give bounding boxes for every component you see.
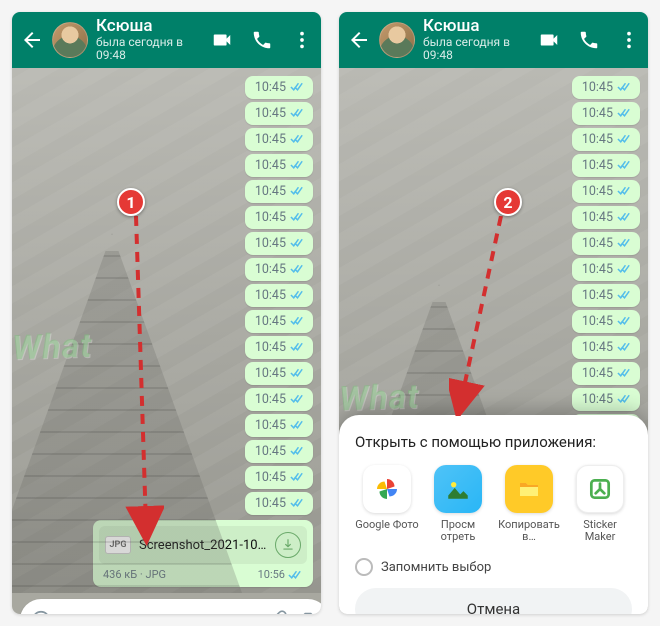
message-bubble[interactable]: 10:45: [245, 388, 313, 411]
chat-area[interactable]: What 10:45 10:45 10:45 10:45 10:45 10:45…: [12, 68, 321, 593]
input-bar: [12, 593, 321, 614]
message-bubble[interactable]: 10:45: [245, 76, 313, 99]
app-option-gallery[interactable]: Просм отреть: [426, 465, 490, 544]
message-bubble[interactable]: 10:45: [572, 76, 640, 99]
message-bubble[interactable]: 10:45: [572, 310, 640, 333]
read-ticks-icon: [290, 133, 305, 145]
back-icon[interactable]: [347, 28, 371, 52]
message-bubble[interactable]: 10:45: [245, 102, 313, 125]
message-bubble[interactable]: 10:45: [572, 232, 640, 255]
attach-icon[interactable]: [267, 609, 289, 614]
read-ticks-icon: [290, 237, 305, 249]
read-ticks-icon: [290, 471, 305, 483]
message-bubble[interactable]: 10:45: [572, 206, 640, 229]
message-bubble[interactable]: 10:45: [245, 128, 313, 151]
chat-header: Ксюша была сегодня в 09:48: [12, 12, 321, 68]
camera-icon[interactable]: [297, 609, 319, 614]
voice-call-icon[interactable]: [578, 29, 600, 51]
message-bubble[interactable]: 10:45: [245, 310, 313, 333]
remember-label: Запомнить выбор: [381, 560, 491, 575]
avatar[interactable]: [379, 22, 415, 58]
video-call-icon[interactable]: [538, 29, 560, 51]
callout-badge-1: 1: [117, 188, 145, 216]
message-bubble[interactable]: 10:45: [245, 414, 313, 437]
back-icon[interactable]: [20, 28, 44, 52]
chat-header: Ксюша была сегодня в 09:48: [339, 12, 648, 68]
read-ticks-icon: [290, 81, 305, 93]
more-icon[interactable]: [291, 29, 313, 51]
message-bubble[interactable]: 10:45: [245, 284, 313, 307]
message-bubble[interactable]: 10:45: [245, 362, 313, 385]
read-ticks-icon: [290, 341, 305, 353]
message-input[interactable]: [60, 612, 259, 615]
read-ticks-icon: [290, 289, 305, 301]
download-icon[interactable]: [275, 532, 301, 558]
read-ticks-icon: [288, 569, 303, 581]
read-ticks-icon: [290, 263, 305, 275]
message-bubble[interactable]: 10:45: [245, 466, 313, 489]
app-label: Google Фото: [355, 519, 419, 532]
read-ticks-icon: [290, 185, 305, 197]
message-bubble[interactable]: 10:45: [245, 258, 313, 281]
phone-left: Ксюша была сегодня в 09:48 What 10:45 10…: [12, 12, 321, 614]
message-bubble[interactable]: 10:45: [572, 336, 640, 359]
message-bubble[interactable]: 10:45: [572, 128, 640, 151]
message-bubble[interactable]: 10:45: [245, 232, 313, 255]
contact-name-block[interactable]: Ксюша была сегодня в 09:48: [423, 17, 530, 62]
read-ticks-icon: [290, 445, 305, 457]
contact-name-block[interactable]: Ксюша была сегодня в 09:48: [96, 17, 203, 62]
read-ticks-icon: [290, 393, 305, 405]
read-ticks-icon: [290, 159, 305, 171]
message-bubble[interactable]: 10:45: [572, 180, 640, 203]
file-type-badge: JPG: [105, 536, 131, 554]
remember-checkbox[interactable]: [355, 558, 373, 576]
cancel-button[interactable]: Отмена: [355, 588, 632, 614]
app-option-copy[interactable]: Копировать в…: [497, 465, 561, 544]
sticker-maker-icon: [587, 476, 613, 502]
message-bubble[interactable]: 10:45: [245, 180, 313, 203]
read-ticks-icon: [290, 367, 305, 379]
message-bubble[interactable]: 10:45: [245, 336, 313, 359]
read-ticks-icon: [290, 315, 305, 327]
avatar[interactable]: [52, 22, 88, 58]
folder-icon: [517, 477, 541, 501]
read-ticks-icon: [290, 211, 305, 223]
google-photos-icon: [372, 474, 402, 504]
read-ticks-icon: [290, 107, 305, 119]
message-bubble[interactable]: 10:45: [245, 154, 313, 177]
gallery-icon: [445, 476, 471, 502]
message-bubble[interactable]: 10:45: [245, 206, 313, 229]
open-with-sheet: Открыть с помощью приложения: Google Фот…: [339, 415, 648, 614]
app-label: Sticker Maker: [568, 519, 632, 544]
file-name: Screenshot_2021-10-25-10-…: [139, 538, 267, 553]
app-option-google-photos[interactable]: Google Фото: [355, 465, 419, 544]
voice-call-icon[interactable]: [251, 29, 273, 51]
app-label: Копировать в…: [497, 519, 561, 544]
message-bubble[interactable]: 10:45: [572, 388, 640, 411]
message-bubble[interactable]: 10:45: [572, 154, 640, 177]
video-call-icon[interactable]: [211, 29, 233, 51]
emoji-icon[interactable]: [30, 609, 52, 614]
read-ticks-icon: [290, 419, 305, 431]
message-bubble[interactable]: 10:45: [572, 258, 640, 281]
read-ticks-icon: [290, 497, 305, 509]
contact-status: была сегодня в 09:48: [423, 36, 530, 62]
contact-status: была сегодня в 09:48: [96, 36, 203, 62]
sheet-title: Открыть с помощью приложения:: [355, 433, 632, 451]
message-bubble[interactable]: 10:45: [572, 362, 640, 385]
message-bubble[interactable]: 10:45: [245, 492, 313, 515]
contact-name: Ксюша: [96, 17, 203, 36]
message-bubble[interactable]: 10:45: [572, 284, 640, 307]
contact-name: Ксюша: [423, 17, 530, 36]
callout-badge-2: 2: [494, 188, 522, 216]
message-input-box[interactable]: [20, 599, 321, 614]
message-bubble[interactable]: 10:45: [245, 440, 313, 463]
file-message[interactable]: JPG Screenshot_2021-10-25-10-… 436 кБ · …: [93, 520, 313, 587]
remember-choice[interactable]: Запомнить выбор: [355, 558, 632, 576]
app-label: Просм отреть: [426, 519, 490, 544]
more-icon[interactable]: [618, 29, 640, 51]
phone-right: Ксюша была сегодня в 09:48 What 10:45 10…: [339, 12, 648, 614]
message-bubble[interactable]: 10:45: [572, 102, 640, 125]
app-option-sticker[interactable]: Sticker Maker: [568, 465, 632, 544]
